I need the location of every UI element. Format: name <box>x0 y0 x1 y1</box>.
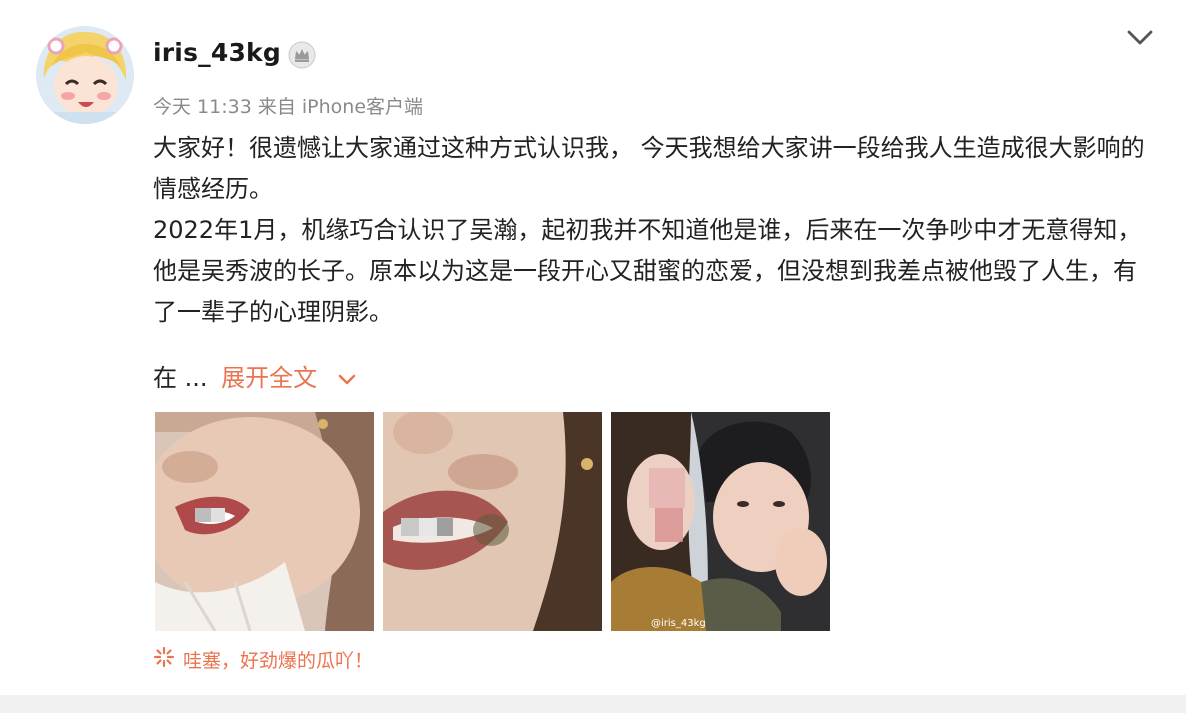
crown-badge-icon[interactable] <box>288 41 316 69</box>
post-body: 大家好！很遗憾让大家通过这种方式认识我， 今天我想给大家讲一段给我人生造成很大影… <box>153 128 1153 333</box>
footer-note: 哇塞，好劲爆的瓜吖！ <box>153 646 373 673</box>
sparkle-icon <box>153 646 175 673</box>
post-photo-3[interactable]: @iris_43kg <box>611 412 830 631</box>
footer-note-text: 哇塞，好劲爆的瓜吖！ <box>183 650 374 672</box>
avatar[interactable] <box>36 26 134 124</box>
username[interactable]: iris_43kg <box>153 38 281 67</box>
chevron-down-icon[interactable] <box>1125 27 1155 49</box>
expand-full-text-link[interactable]: 展开全文 <box>221 364 317 392</box>
expand-chevron-icon[interactable] <box>337 359 357 400</box>
post-photo-2[interactable] <box>383 412 602 631</box>
weibo-post-card: iris_43kg 今天 11:33 来自 iPhone客户端 大家好！很遗憾让… <box>0 0 1186 713</box>
post-photo-1[interactable] <box>155 412 374 631</box>
photo-watermark: @iris_43kg <box>651 618 706 629</box>
bottom-divider <box>0 695 1186 713</box>
truncated-text: 在 ... <box>153 364 208 392</box>
post-paragraph: 2022年1月，机缘巧合认识了吴瀚，起初我并不知道他是谁，后来在一次争吵中才无意… <box>153 216 1142 326</box>
post-meta: 今天 11:33 来自 iPhone客户端 <box>153 96 424 118</box>
post-paragraph: 大家好！很遗憾让大家通过这种方式认识我， 今天我想给大家讲一段给我人生造成很大影… <box>153 134 1145 203</box>
expand-row: 在 ... 展开全文 <box>153 358 357 400</box>
